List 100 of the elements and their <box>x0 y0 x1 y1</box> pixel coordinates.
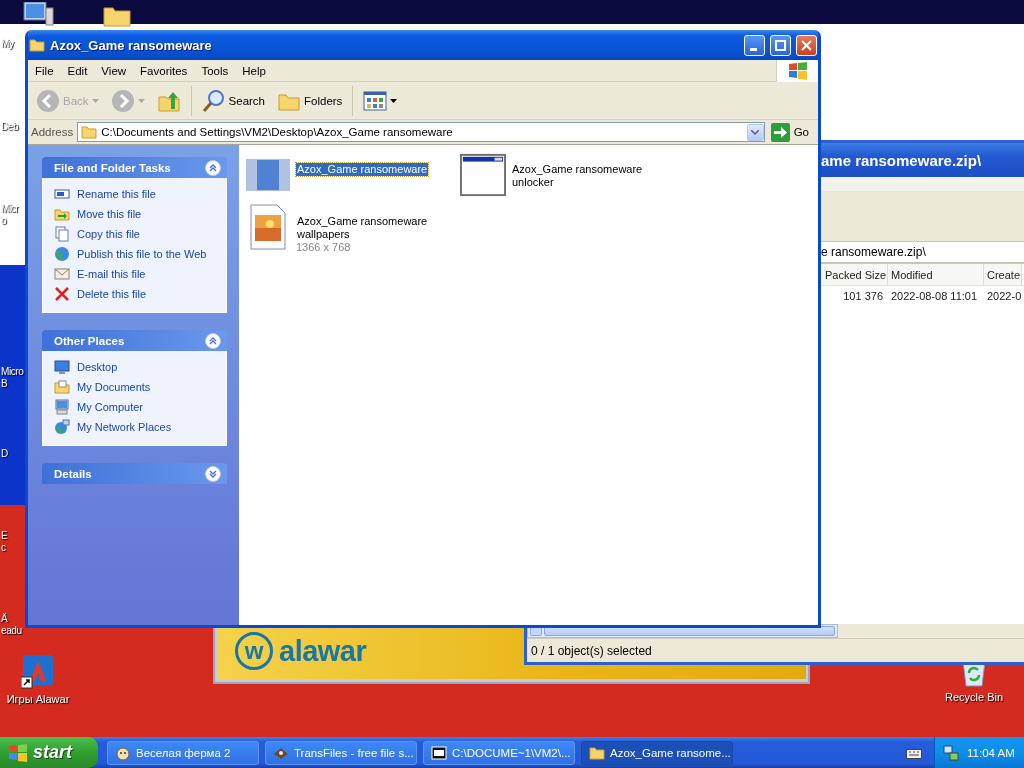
application-icon <box>246 159 290 191</box>
forward-icon <box>110 88 135 113</box>
folder-icon <box>54 379 70 395</box>
desktop-icon-label: Deb <box>1 121 19 133</box>
menu-item[interactable]: File <box>28 64 61 77</box>
taskbar-button[interactable]: Веселая ферма 2 <box>107 740 259 765</box>
maximize-icon <box>775 39 786 51</box>
envelope-icon <box>54 266 70 282</box>
back-icon <box>36 88 60 113</box>
folder-icon <box>103 5 131 27</box>
file-name[interactable]: Azox_Game ransomeware <box>296 163 429 176</box>
menu-item[interactable]: Help <box>235 64 273 77</box>
desktop-icon-label: c <box>1 542 6 554</box>
table-cell-text: 2022-08-08 11:01 <box>890 289 979 304</box>
panel-header[interactable]: Other Places <box>42 330 227 351</box>
desktop-icon-label: eadu <box>1 625 22 637</box>
menu-item[interactable]: View <box>94 64 134 77</box>
close-button[interactable] <box>796 34 817 56</box>
panel-header[interactable]: File and Folder Tasks <box>42 157 227 178</box>
caret-icon <box>91 98 99 103</box>
chevron-button[interactable] <box>205 465 221 482</box>
double-chevron-up-icon <box>209 163 217 172</box>
copy-icon <box>54 226 70 242</box>
search-icon <box>201 88 226 113</box>
desktop-icon-label: My <box>1 38 14 50</box>
maximize-button[interactable] <box>770 34 791 56</box>
panel-title: Other Places <box>54 334 126 347</box>
folder-icon <box>29 37 45 53</box>
chevron-button[interactable] <box>205 159 221 176</box>
desktop-icon-label: Игры Alawar <box>6 693 70 705</box>
double-chevron-up-icon <box>209 336 217 345</box>
game-shortcut-icon <box>21 655 55 689</box>
desktop-icon <box>54 359 70 375</box>
task-link[interactable]: Copy this file <box>54 226 220 242</box>
panel-title: Details <box>54 467 93 480</box>
views-icon <box>363 88 388 113</box>
chevron-down-icon <box>751 129 760 135</box>
computer-icon <box>54 399 70 415</box>
task-link[interactable]: My Computer <box>54 399 220 415</box>
folders-button[interactable]: Folders <box>273 84 347 117</box>
task-link[interactable]: Rename this file <box>54 186 220 202</box>
folder-icon <box>81 124 98 140</box>
logo-text: alawar <box>279 634 367 668</box>
panel-title: File and Folder Tasks <box>54 161 172 174</box>
folder-icon <box>589 744 605 761</box>
table-cell-text: 2022-0 <box>986 289 1022 304</box>
image-file-icon <box>250 204 286 250</box>
task-link[interactable]: Publish this file to the Web <box>54 246 220 262</box>
desktop-icon-label: Ä <box>1 613 8 625</box>
dropdown-button[interactable] <box>746 123 764 141</box>
task-link[interactable]: Delete this file <box>54 286 220 302</box>
file-details: 1366 x 768 <box>296 241 352 254</box>
chevron-button[interactable] <box>205 332 221 349</box>
caret-icon <box>137 98 145 103</box>
search-button[interactable]: Search <box>197 84 269 117</box>
desktop-icon-label: o <box>1 215 7 227</box>
desktop-icon-label: B <box>1 378 8 390</box>
task-link[interactable]: Desktop <box>54 359 220 375</box>
double-chevron-down-icon <box>209 469 217 478</box>
flag-logo-icon <box>787 61 808 80</box>
network-icon <box>54 419 70 435</box>
file-name[interactable]: Azox_Game ransomeware unlocker <box>511 163 651 189</box>
keyboard-icon <box>906 746 922 759</box>
desktop-icon-label: E <box>1 530 8 542</box>
task-link[interactable]: E-mail this file <box>54 266 220 282</box>
file-name[interactable]: Azox_Game ransomeware wallpapers <box>296 215 436 241</box>
desktop-icon-label: Micr <box>1 203 19 215</box>
table-cell-text: 101 376 <box>842 289 884 304</box>
close-icon <box>801 39 812 51</box>
network-icon <box>943 744 959 761</box>
logo-mark: w <box>235 632 273 670</box>
clock: 11:04 AM <box>967 746 1015 759</box>
desktop-icon-label: D <box>1 448 8 460</box>
address-field[interactable]: e ransomeware.zip\ <box>821 242 1024 262</box>
column-header[interactable]: Create <box>984 264 1022 285</box>
panel-header[interactable]: Details <box>42 463 227 484</box>
folder-arrow-icon <box>54 206 70 222</box>
taskbar-button[interactable]: TransFiles - free file s... <box>265 740 417 765</box>
column-header[interactable]: Packed Size <box>822 264 888 285</box>
minimize-button[interactable] <box>744 34 765 56</box>
window-title: Azox_Game ransomeware <box>50 37 213 53</box>
taskbar-button[interactable]: Azox_Game ransome... <box>581 740 733 765</box>
status-text: 0 / 1 object(s) selected <box>530 643 653 658</box>
taskbar-button[interactable]: C:\DOCUME~1\VM2\... <box>423 740 575 765</box>
go-button[interactable]: Go <box>768 122 815 142</box>
menu-item[interactable]: Favorites <box>133 64 195 77</box>
menu-item[interactable]: Edit <box>60 64 95 77</box>
delete-icon <box>54 286 70 302</box>
desktop-icon-label: Recycle Bin <box>944 691 1004 703</box>
address-field[interactable]: C:\Documents and Settings\VM2\Desktop\Azox_Game ransomeware <box>77 122 765 142</box>
caret-icon <box>390 98 398 103</box>
minimize-icon <box>749 47 757 51</box>
column-header[interactable]: Modified <box>888 264 984 285</box>
menu-item[interactable]: Tools <box>194 64 236 77</box>
rename-icon <box>54 186 70 202</box>
task-link[interactable]: My Network Places <box>54 419 220 435</box>
archive-icon <box>431 744 447 761</box>
window-icon <box>460 153 506 197</box>
task-link[interactable]: My Documents <box>54 379 220 395</box>
task-link[interactable]: Move this file <box>54 206 220 222</box>
